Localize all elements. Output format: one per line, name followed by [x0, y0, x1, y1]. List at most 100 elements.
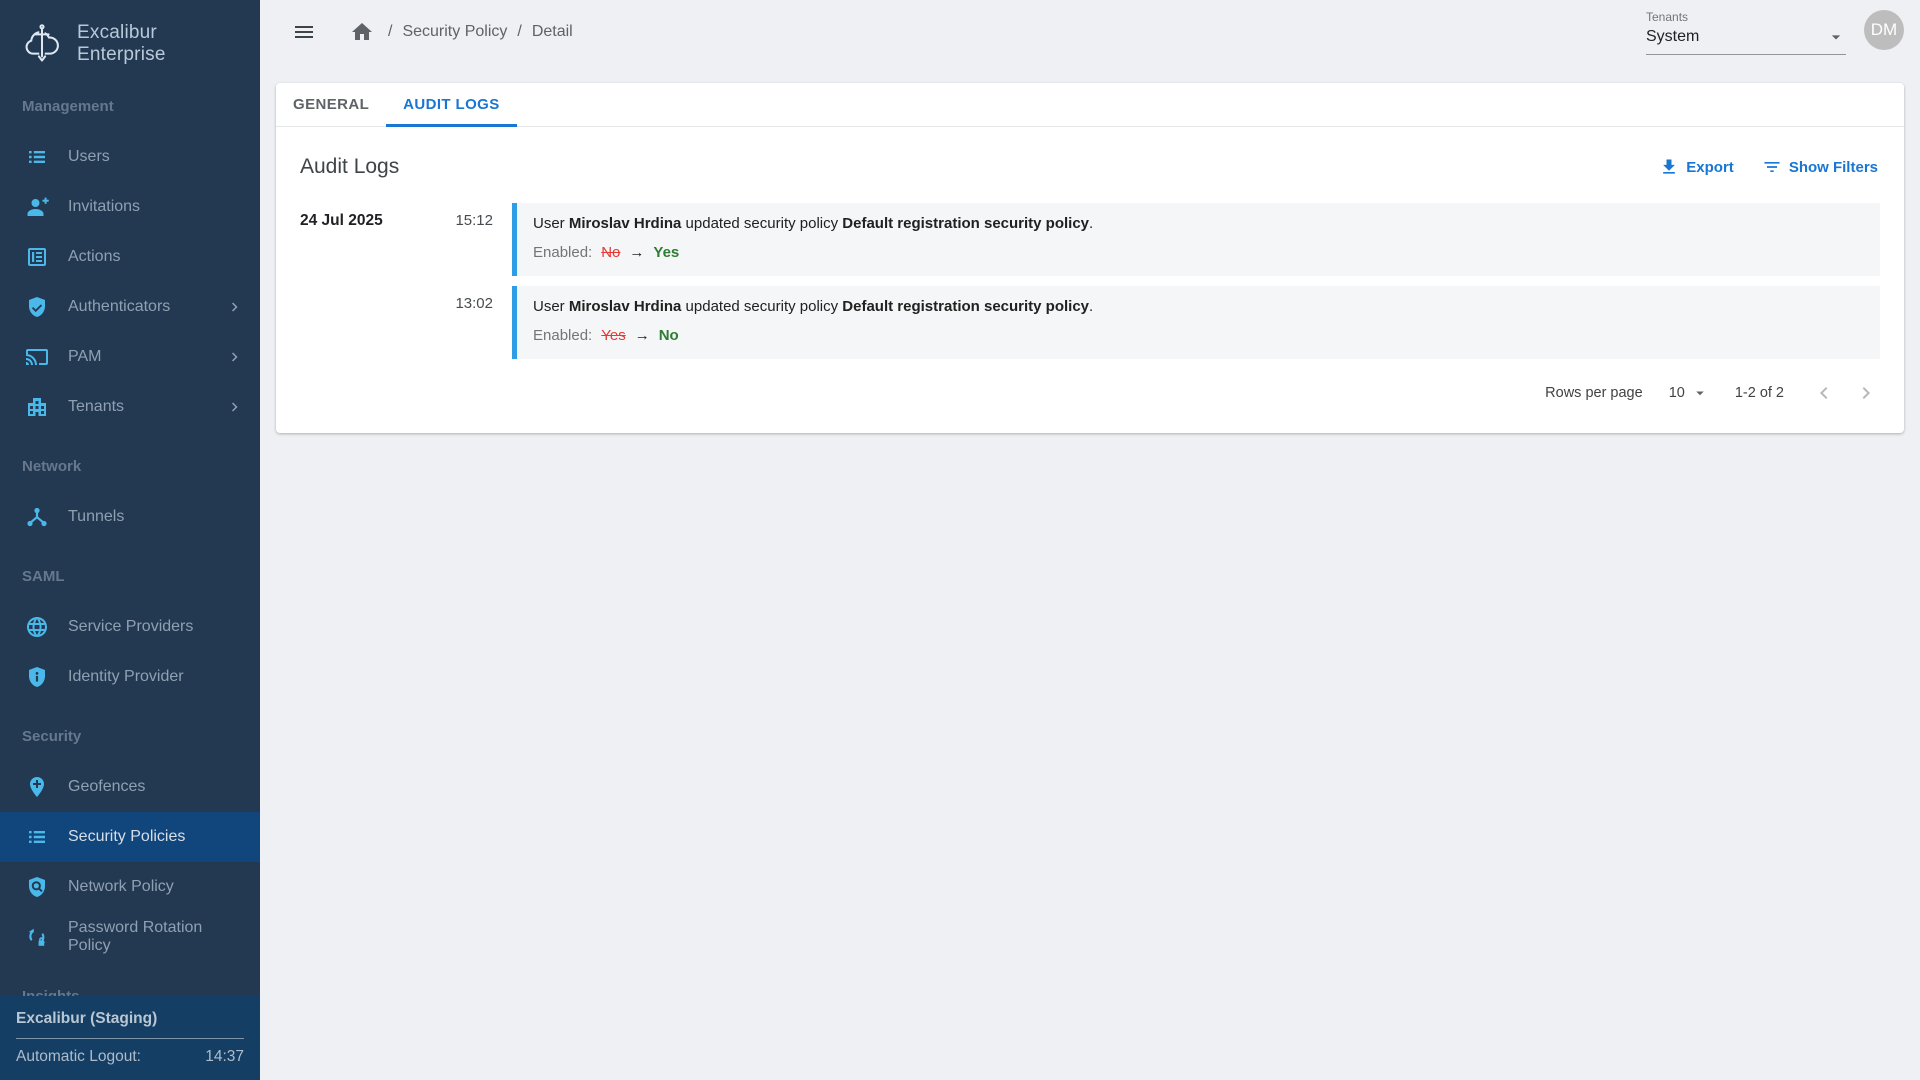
log-date: 24 Jul 2025	[300, 203, 450, 276]
log-date	[300, 286, 450, 359]
tab-general[interactable]: GENERAL	[276, 83, 386, 126]
chevron-right-icon	[226, 398, 244, 416]
section-label-network: Network	[0, 432, 260, 492]
sidebar-item-label: Service Providers	[68, 618, 193, 636]
network-hub-icon	[25, 505, 49, 529]
change-old-value: Yes	[601, 327, 625, 344]
sidebar-item-label: Authenticators	[68, 298, 170, 316]
menu-toggle-button[interactable]	[288, 16, 320, 48]
list-icon	[25, 825, 49, 849]
screen-cast-icon	[25, 345, 49, 369]
sidebar-item-geofences[interactable]: Geofences	[0, 762, 260, 812]
page-title: Audit Logs	[300, 155, 399, 179]
next-page-button[interactable]	[1852, 379, 1880, 407]
export-button[interactable]: Export	[1657, 153, 1736, 181]
breadcrumb-detail: Detail	[532, 23, 573, 41]
hamburger-icon	[292, 20, 316, 44]
audit-log-row: 13:02 User Miroslav Hrdina updated secur…	[300, 286, 1880, 359]
sidebar-item-pam[interactable]: PAM	[0, 332, 260, 382]
log-change: Enabled: No → Yes	[533, 243, 1864, 263]
change-field-label: Enabled:	[533, 327, 592, 344]
tenant-selected-value: System	[1646, 28, 1699, 46]
main-area: / Security Policy / Detail Tenants Syste…	[260, 0, 1920, 1080]
sidebar-item-tenants[interactable]: Tenants	[0, 382, 260, 432]
chevron-right-icon	[226, 298, 244, 316]
sync-lock-icon	[25, 925, 49, 949]
section-label-insights: Insights	[0, 962, 260, 996]
sidebar-item-label: Actions	[68, 248, 120, 266]
building-icon	[25, 395, 49, 419]
tenant-select[interactable]: Tenants System	[1646, 10, 1846, 55]
sidebar-item-password-rotation-policy[interactable]: Password Rotation Policy	[0, 912, 260, 962]
sidebar-item-service-providers[interactable]: Service Providers	[0, 602, 260, 652]
pin-plus-icon	[25, 775, 49, 799]
change-new-value: No	[659, 327, 679, 344]
breadcrumb-home-button[interactable]	[346, 16, 378, 48]
log-entry: User Miroslav Hrdina updated security po…	[512, 203, 1880, 276]
sidebar-item-invitations[interactable]: Invitations	[0, 182, 260, 232]
sidebar-item-tunnels[interactable]: Tunnels	[0, 492, 260, 542]
rows-per-page-select[interactable]: 10	[1669, 384, 1709, 402]
chevron-right-icon	[226, 348, 244, 366]
environment-name: Excalibur (Staging)	[16, 1006, 244, 1039]
sidebar-item-label: Password Rotation Policy	[68, 919, 244, 955]
sidebar-item-label: Network Policy	[68, 878, 174, 896]
download-icon	[1659, 157, 1679, 177]
sidebar-nav: Management Users Invitations Actions Aut…	[0, 86, 260, 996]
previous-page-button[interactable]	[1810, 379, 1838, 407]
sidebar-footer: Excalibur (Staging) Automatic Logout: 14…	[0, 996, 260, 1080]
shield-policy-icon	[25, 875, 49, 899]
breadcrumb-separator: /	[388, 23, 392, 41]
log-policy: Default registration security policy	[842, 215, 1089, 232]
caret-down-icon	[1826, 27, 1846, 47]
sidebar: Excalibur Enterprise Management Users In…	[0, 0, 260, 1080]
sidebar-item-users[interactable]: Users	[0, 132, 260, 182]
log-time: 15:12	[450, 203, 493, 276]
sidebar-item-security-policies[interactable]: Security Policies	[0, 812, 260, 862]
sidebar-item-label: Tenants	[68, 398, 124, 416]
sidebar-item-identity-provider[interactable]: Identity Provider	[0, 652, 260, 702]
sidebar-item-label: PAM	[68, 348, 101, 366]
log-message: User Miroslav Hrdina updated security po…	[533, 297, 1864, 317]
rows-per-page-value: 10	[1669, 385, 1685, 401]
shield-info-icon	[25, 665, 49, 689]
article-icon	[25, 245, 49, 269]
globe-icon	[25, 615, 49, 639]
brand: Excalibur Enterprise	[0, 0, 260, 86]
sidebar-item-actions[interactable]: Actions	[0, 232, 260, 282]
pagination-range: 1-2 of 2	[1735, 385, 1784, 401]
section-label-security: Security	[0, 702, 260, 762]
audit-toolbar: Export Show Filters	[1657, 153, 1880, 181]
log-user: Miroslav Hrdina	[569, 298, 682, 315]
change-new-value: Yes	[653, 244, 679, 261]
tab-audit-logs[interactable]: AUDIT LOGS	[386, 83, 517, 126]
show-filters-button[interactable]: Show Filters	[1760, 153, 1880, 181]
change-field-label: Enabled:	[533, 244, 592, 261]
log-time: 13:02	[450, 286, 493, 359]
caret-down-icon	[1691, 384, 1709, 402]
chevron-left-icon	[1812, 381, 1836, 405]
audit-log-row: 24 Jul 2025 15:12 User Miroslav Hrdina u…	[300, 203, 1880, 276]
sidebar-item-authenticators[interactable]: Authenticators	[0, 282, 260, 332]
sidebar-item-label: Identity Provider	[68, 668, 184, 686]
chevron-right-icon	[1854, 381, 1878, 405]
tabbar: GENERAL AUDIT LOGS	[276, 83, 1904, 127]
change-old-value: No	[601, 244, 620, 261]
breadcrumb-security-policy[interactable]: Security Policy	[402, 23, 507, 41]
log-user: Miroslav Hrdina	[569, 215, 682, 232]
log-change: Enabled: Yes → No	[533, 326, 1864, 346]
shield-check-icon	[25, 295, 49, 319]
sidebar-item-network-policy[interactable]: Network Policy	[0, 862, 260, 912]
home-icon	[350, 20, 374, 44]
pagination: Rows per page 10 1-2 of 2	[300, 379, 1880, 407]
sidebar-item-label: Invitations	[68, 198, 140, 216]
app-title: Excalibur Enterprise	[77, 22, 242, 66]
auto-logout-timer: 14:37	[205, 1048, 244, 1066]
user-avatar[interactable]: DM	[1864, 10, 1904, 50]
sidebar-item-label: Tunnels	[68, 508, 124, 526]
arrow-right-glyph: →	[629, 244, 644, 261]
tenant-select-label: Tenants	[1646, 10, 1846, 24]
topbar: / Security Policy / Detail Tenants Syste…	[260, 0, 1920, 64]
auto-logout-label: Automatic Logout:	[16, 1048, 141, 1066]
arrow-right-glyph: →	[635, 327, 650, 344]
